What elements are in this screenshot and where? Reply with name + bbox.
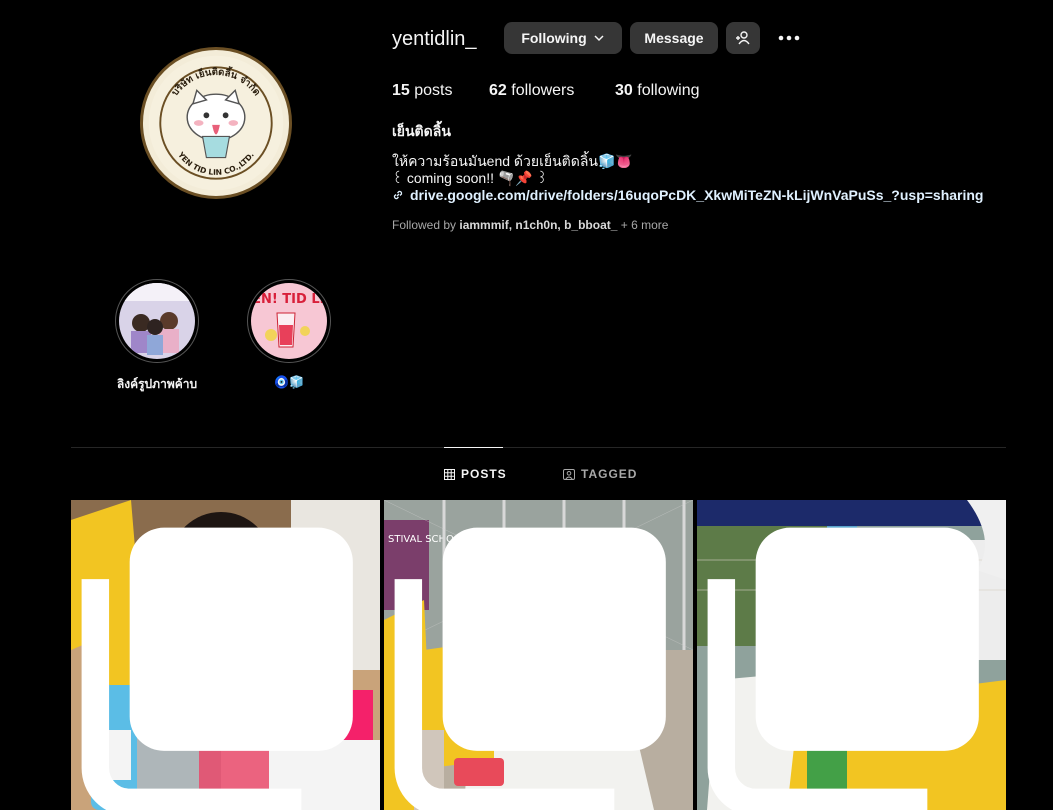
highlight-cover-yen-tid-lin: YEN! TID LIN <box>251 283 327 359</box>
add-user-button[interactable] <box>726 22 760 54</box>
avatar-logo: บริษัท เย็นติดลิ้น จำกัด YEN TID LIN CO.… <box>148 55 284 191</box>
following-count-label: following <box>637 82 700 99</box>
bio-link-text: drive.google.com/drive/folders/16uqoPcDK… <box>410 187 984 203</box>
following-link[interactable]: 30 following <box>615 82 700 100</box>
tabs-divider <box>71 447 1006 448</box>
add-user-icon <box>736 31 750 45</box>
message-button-label: Message <box>644 30 704 46</box>
link-icon <box>393 190 403 200</box>
tab-tagged[interactable]: TAGGED <box>563 467 637 481</box>
profile-username: yentidlin_ <box>392 28 477 50</box>
posts-count: 15 posts <box>392 82 453 100</box>
following-button[interactable]: Following <box>504 22 622 54</box>
carousel-icon <box>394 527 666 810</box>
bio-line-2: ꒰ coming soon!! 🫗📌 ꒱ <box>392 170 548 186</box>
carousel-icon <box>81 527 353 810</box>
posts-count-label: posts <box>414 82 453 99</box>
profile-avatar[interactable]: บริษัท เย็นติดลิ้น จำกัด YEN TID LIN CO.… <box>140 47 292 199</box>
post-thumbnail[interactable] <box>71 500 380 810</box>
followers-link[interactable]: 62 followers <box>489 82 574 100</box>
followers-count-label: followers <box>511 82 575 99</box>
message-button[interactable]: Message <box>630 22 718 54</box>
tab-posts-label: POSTS <box>461 467 507 481</box>
highlight-cover-text: YEN! TID LIN <box>251 292 327 307</box>
profile-full-name: เย็นติดลิ้น <box>392 123 451 139</box>
more-options-button[interactable] <box>776 26 802 50</box>
chevron-down-icon <box>594 35 604 42</box>
more-horizontal-icon <box>778 35 800 41</box>
tagged-icon <box>563 468 575 480</box>
active-tab-indicator <box>444 447 503 448</box>
carousel-icon <box>707 527 979 810</box>
bio-link[interactable]: drive.google.com/drive/folders/16uqoPcDK… <box>392 187 983 203</box>
followed-by[interactable]: Followed by iammmif, n1ch0n, b_bboat_ + … <box>392 218 668 232</box>
followed-by-more: + 6 more <box>620 218 669 232</box>
following-button-label: Following <box>521 30 587 46</box>
highlight-emoji[interactable]: YEN! TID LIN <box>247 279 331 363</box>
highlight-photos[interactable] <box>115 279 199 363</box>
followed-by-names: iammmif, n1ch0n, b_bboat_ <box>459 218 618 232</box>
post-thumbnail[interactable]: STIVAL SCHOOL <box>384 500 693 810</box>
grid-icon <box>444 468 455 480</box>
highlight-label-photos: ลิงค์รูปภาพค้าบ <box>116 377 198 391</box>
posts-count-value: 15 <box>392 82 410 99</box>
tab-posts[interactable]: POSTS <box>444 467 507 481</box>
post-thumbnail[interactable] <box>697 500 1006 810</box>
following-count-value: 30 <box>615 82 633 99</box>
followed-by-prefix: Followed by <box>392 218 457 232</box>
highlight-cover-photos <box>119 283 195 359</box>
followers-count-value: 62 <box>489 82 507 99</box>
tab-tagged-label: TAGGED <box>581 467 638 481</box>
highlight-label-emoji: 🧿🧊 <box>274 375 304 389</box>
